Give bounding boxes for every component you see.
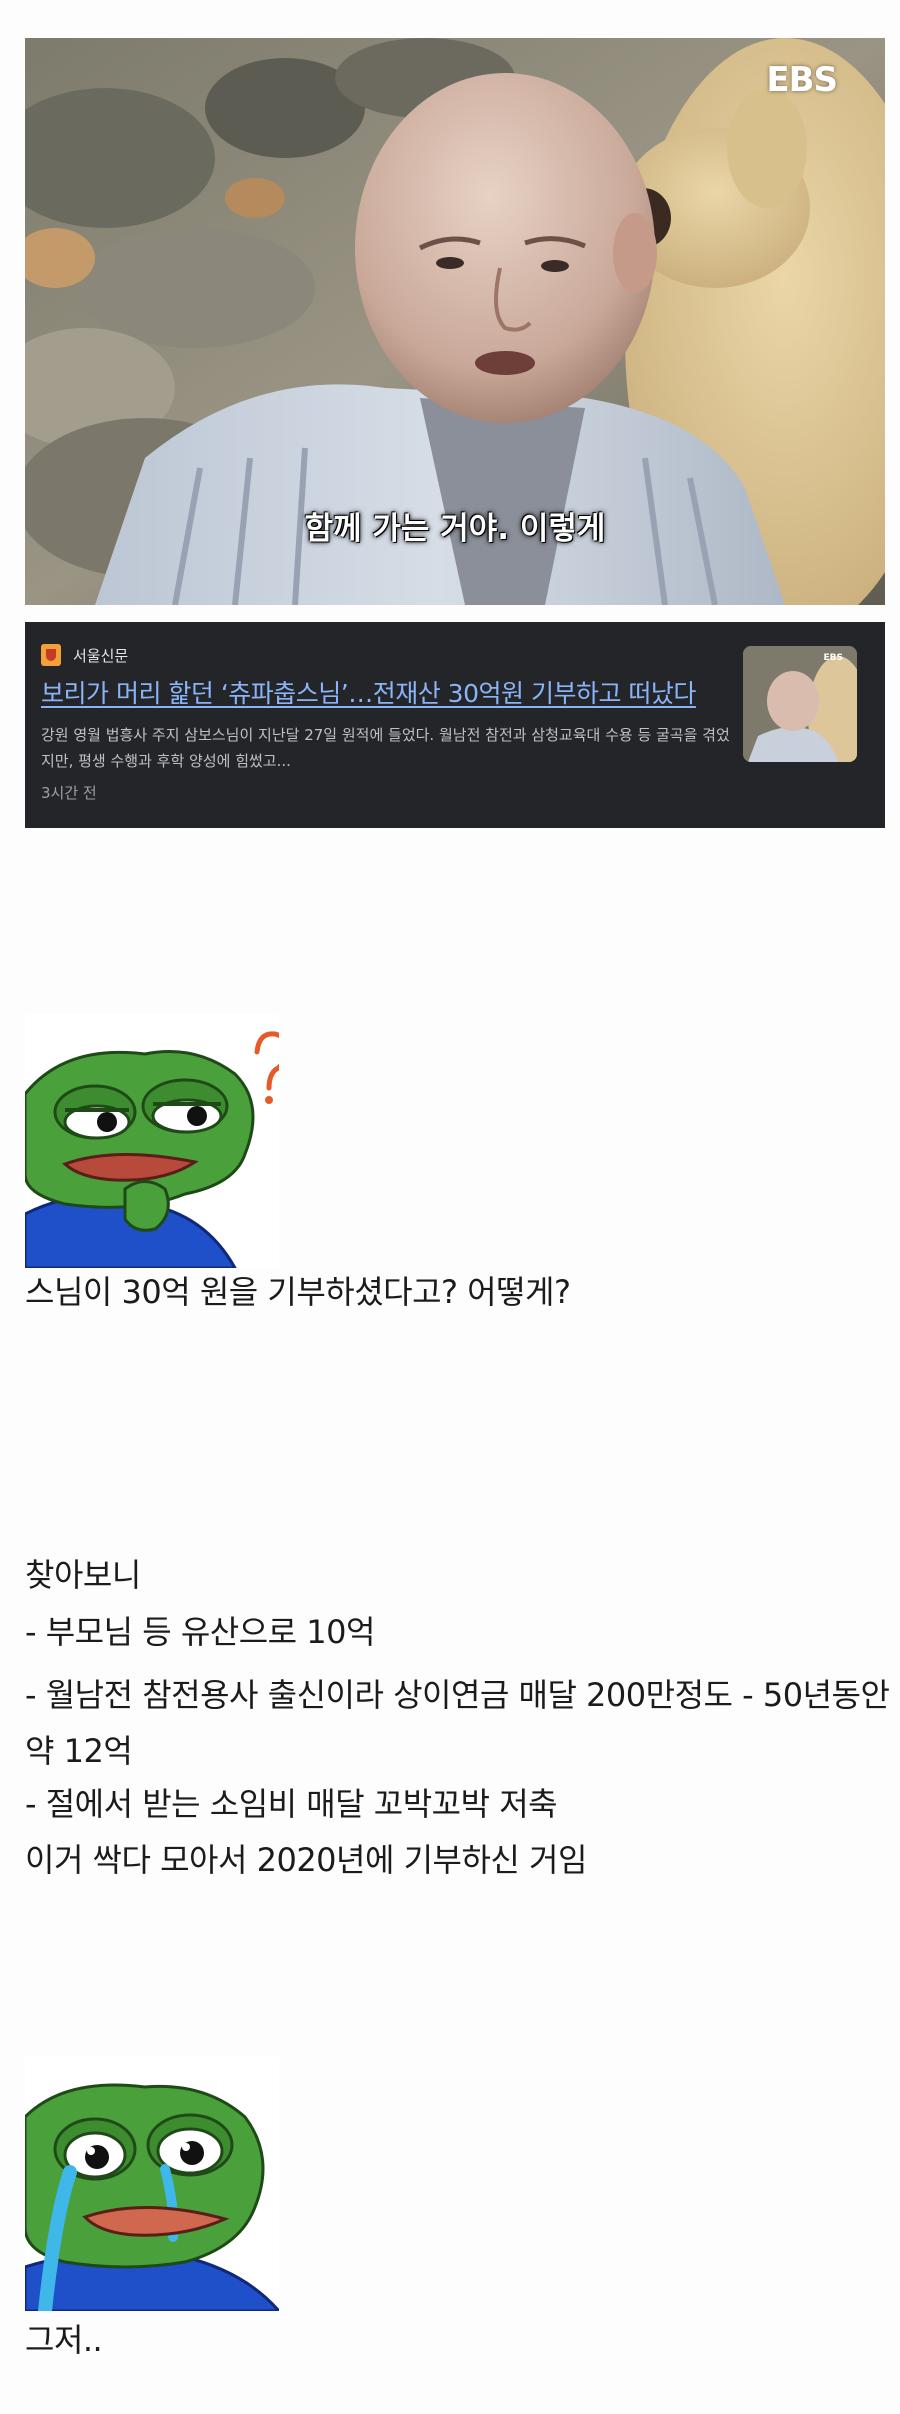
thumb-broadcaster-logo: EBS xyxy=(824,653,844,663)
video-subtitle: 함께 가는 거야. 이렇게 xyxy=(304,511,606,547)
news-source-name: 서울신문 xyxy=(73,646,129,665)
pepe-thinking-image xyxy=(25,1014,279,1268)
list-item-inheritance: - 부모님 등 유산으로 10억 xyxy=(25,1613,375,1651)
video-thumbnail[interactable]: EBS 함께 가는 거야. 이렇게 xyxy=(25,38,885,605)
list-item-savings: - 절에서 받는 소임비 매달 꼬박꼬박 저축 xyxy=(25,1785,558,1823)
news-search-result-card[interactable]: 서울신문 보리가 머리 핥던 ‘츄파춥스님’…전재산 30억원 기부하고 떠났다… xyxy=(25,622,885,828)
news-source: 서울신문 xyxy=(41,644,128,666)
ending-text: 그저.. xyxy=(25,2321,103,2359)
question-text: 스님이 30억 원을 기부하셨다고? 어떻게? xyxy=(25,1273,571,1311)
pepe-thinking-icon xyxy=(25,1014,279,1268)
summary-text: 이거 싹다 모아서 2020년에 기부하신 거임 xyxy=(25,1841,587,1879)
news-thumbnail[interactable]: EBS xyxy=(743,646,857,762)
found-text: 찾아보니 xyxy=(25,1556,141,1594)
newspaper-logo-icon xyxy=(41,644,61,666)
news-headline-link[interactable]: 보리가 머리 핥던 ‘츄파춥스님’…전재산 30억원 기부하고 떠났다 xyxy=(41,674,741,710)
news-snippet: 강원 영월 법흥사 주지 삼보스님이 지난달 27일 원적에 들었다. 월남전 … xyxy=(41,726,730,770)
pepe-crying-image xyxy=(25,2057,279,2311)
broadcaster-logo: EBS xyxy=(766,60,838,100)
news-timestamp: 3시간 전 xyxy=(41,784,97,802)
list-item-pension: - 월남전 참전용사 출신이라 상이연금 매달 200만정도 - 50년동안 약… xyxy=(25,1676,890,1770)
news-thumbnail-image: EBS xyxy=(743,646,857,762)
pepe-crying-icon xyxy=(25,2057,279,2311)
